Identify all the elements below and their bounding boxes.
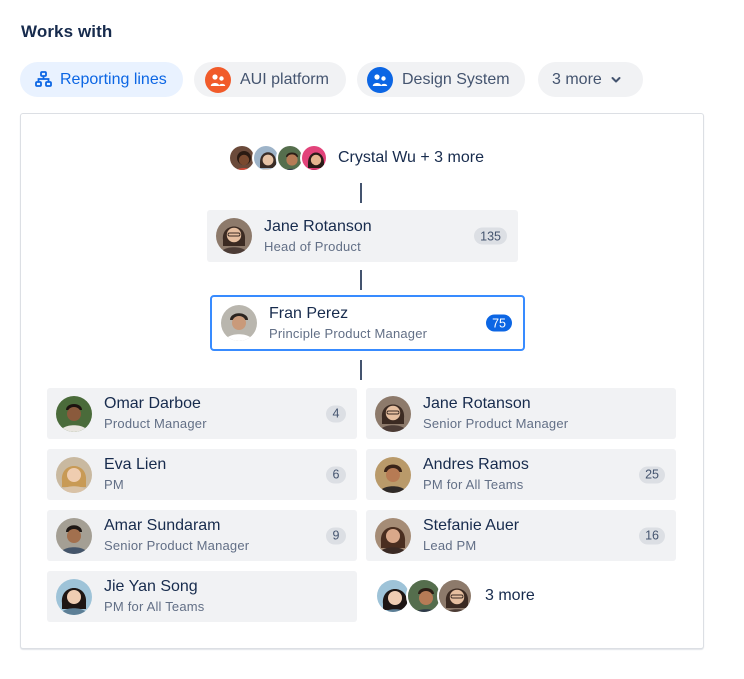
chip-label: 3 more [552,70,602,88]
section-title: Works with [21,22,113,41]
chip-design-system[interactable]: Design System [357,62,525,97]
person-role: Principle Product Manager [269,325,428,341]
person-name: Omar Darboe [104,395,201,412]
manager-card[interactable]: Jane Rotanson Head of Product 135 [207,210,518,262]
person-name: Andres Ramos [423,456,529,473]
person-role: Product Manager [104,416,207,431]
connector-line [360,270,362,290]
person-role: PM for All Teams [423,477,524,492]
team-icon [367,66,393,93]
chip-aui-platform[interactable]: AUI platform [194,62,346,97]
person-role: Senior Product Manager [423,416,569,431]
person-name: Amar Sundaram [104,517,221,534]
chip-label: Reporting lines [60,70,167,88]
report-count-badge: 4 [326,405,346,422]
report-count-badge: 75 [486,314,512,332]
avatar [300,144,328,172]
report-count-badge: 9 [326,527,346,544]
chevron-down-icon [611,76,621,84]
more-reports[interactable]: 3 more [375,578,535,614]
person-name: Jie Yan Song [104,578,198,595]
report-card[interactable]: Amar Sundaram Senior Product Manager 9 [47,510,357,561]
current-person-card[interactable]: Fran Perez Principle Product Manager 75 [210,295,525,351]
avatar [216,218,252,254]
chip-more-dropdown[interactable]: 3 more [538,62,643,97]
connector-line [360,183,362,203]
report-card[interactable]: Omar Darboe Product Manager 4 [47,388,357,439]
person-role: PM [104,477,124,492]
report-count-badge: 135 [474,227,507,245]
person-name: Fran Perez [269,304,349,322]
report-card[interactable]: Jane Rotanson Senior Product Manager [366,388,676,439]
report-card[interactable]: Stefanie Auer Lead PM 16 [366,510,676,561]
report-card[interactable]: Jie Yan Song PM for All Teams [47,571,357,622]
report-card[interactable]: Eva Lien PM 6 [47,449,357,500]
avatar [375,456,411,493]
avatar [56,578,92,615]
connector-line [360,360,362,380]
avatar [375,395,411,432]
person-name: Jane Rotanson [423,395,531,412]
more-reports-label: 3 more [485,587,535,604]
managers-label: Crystal Wu + 3 more [338,149,484,166]
person-name: Eva Lien [104,456,167,473]
person-role: Head of Product [264,238,361,254]
avatar [375,517,411,554]
team-icon [205,66,231,93]
avatar [56,395,92,432]
hierarchy-icon [35,71,52,88]
report-count-badge: 25 [639,466,665,483]
report-count-badge: 16 [639,527,665,544]
person-name: Jane Rotanson [264,217,372,235]
report-card[interactable]: Andres Ramos PM for All Teams 25 [366,449,676,500]
avatar [56,517,92,554]
person-role: PM for All Teams [104,599,205,614]
avatar [221,305,257,341]
person-role: Senior Product Manager [104,538,250,553]
report-count-badge: 6 [326,466,346,483]
managers-group[interactable]: Crystal Wu + 3 more [228,144,484,172]
person-role: Lead PM [423,538,477,553]
person-name: Stefanie Auer [423,517,520,534]
chip-reporting-lines[interactable]: Reporting lines [20,62,183,97]
chip-label: AUI platform [240,70,329,88]
chip-label: Design System [402,70,510,88]
avatar [56,456,92,493]
avatar [437,578,473,614]
org-chart-card [20,113,704,649]
